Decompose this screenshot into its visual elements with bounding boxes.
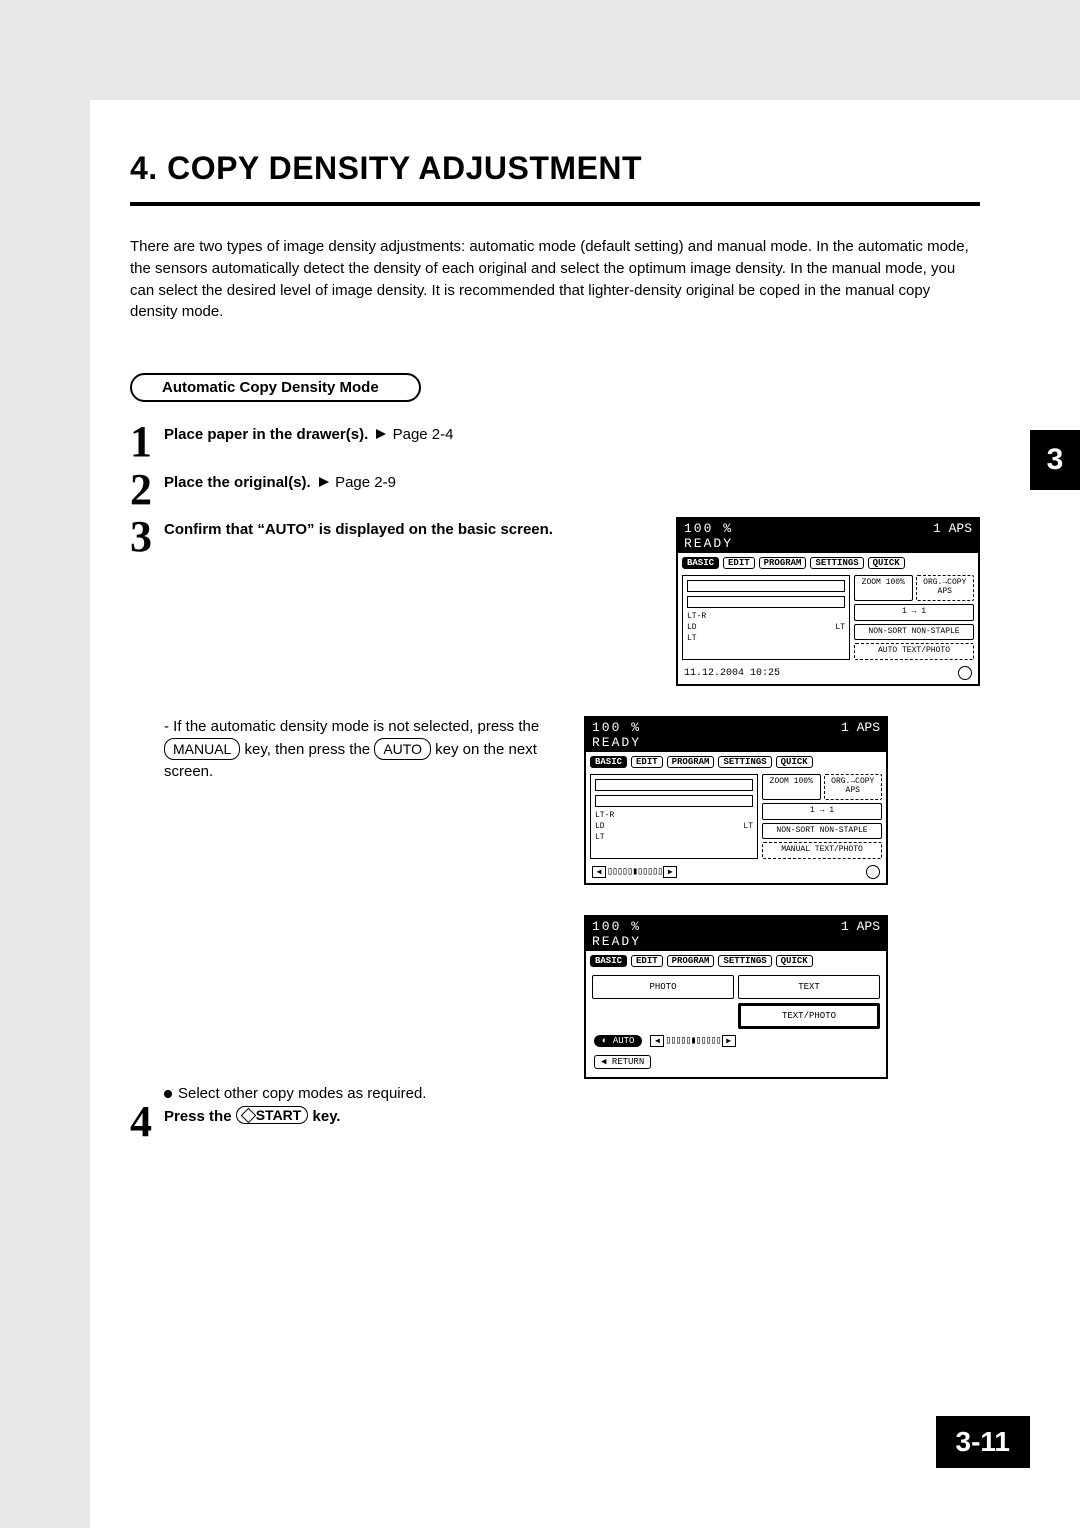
- manual-key: MANUAL: [164, 738, 240, 760]
- text-photo-button[interactable]: TEXT/PHOTO: [738, 1003, 880, 1029]
- lcd-panel-density-mode: 100 %READY 1 APS BASIC EDIT PROGRAM SETT…: [584, 915, 888, 1079]
- tab-basic[interactable]: BASIC: [590, 756, 627, 768]
- step3-note: - If the automatic density mode is not s…: [164, 716, 564, 782]
- step-1: 1 Place paper in the drawer(s). Page 2-4: [130, 422, 980, 462]
- tab-program[interactable]: PROGRAM: [667, 756, 715, 768]
- step-4: 4 Press the START key.: [130, 1102, 980, 1142]
- chapter-tab: 3: [1030, 430, 1080, 490]
- duplex-button[interactable]: 1 → 1: [762, 803, 882, 820]
- step3-text: Confirm that “AUTO” is displayed on the …: [164, 521, 553, 538]
- tab-edit[interactable]: EDIT: [723, 557, 755, 569]
- tab-edit[interactable]: EDIT: [631, 955, 663, 967]
- org-copy-button[interactable]: ORG.→COPY APS: [824, 774, 883, 800]
- arrow-icon: [319, 477, 329, 487]
- step1-text: Place paper in the drawer(s).: [164, 426, 368, 443]
- globe-icon: [866, 865, 880, 879]
- copy-modes-note: Select other copy modes as required.: [164, 1085, 980, 1102]
- photo-button[interactable]: PHOTO: [592, 975, 734, 999]
- tab-program[interactable]: PROGRAM: [667, 955, 715, 967]
- diamond-icon: [240, 1107, 256, 1123]
- step-number: 4: [130, 1102, 164, 1142]
- page-title: 4. COPY DENSITY ADJUSTMENT: [130, 150, 980, 187]
- step1-ref: Page 2-4: [393, 426, 454, 443]
- step-number: 2: [130, 470, 164, 510]
- org-copy-button[interactable]: ORG.→COPY APS: [916, 575, 975, 601]
- tab-edit[interactable]: EDIT: [631, 756, 663, 768]
- tray-diagram: LT-R LDLT LT: [682, 575, 850, 660]
- intro-paragraph: There are two types of image density adj…: [130, 236, 980, 323]
- arrow-icon: [376, 429, 386, 439]
- tab-quick[interactable]: QUICK: [776, 756, 813, 768]
- sort-button[interactable]: NON-SORT NON-STAPLE: [854, 624, 974, 641]
- density-slider[interactable]: ◀▯▯▯▯▯▮▯▯▯▯▯▶: [592, 866, 677, 878]
- step-number: 3: [130, 517, 164, 557]
- auto-chip[interactable]: ◐ AUTO: [594, 1035, 642, 1047]
- page-number: 3-11: [936, 1416, 1031, 1468]
- zoom-button[interactable]: ZOOM 100%: [854, 575, 913, 601]
- tab-settings[interactable]: SETTINGS: [810, 557, 863, 569]
- lcd-panel-basic-auto: 100 %READY 1 APS BASIC EDIT PROGRAM SETT…: [676, 517, 980, 686]
- step-2: 2 Place the original(s). Page 2-9: [130, 470, 980, 510]
- text-button[interactable]: TEXT: [738, 975, 880, 999]
- duplex-button[interactable]: 1 → 1: [854, 604, 974, 621]
- sort-button[interactable]: NON-SORT NON-STAPLE: [762, 823, 882, 840]
- tab-settings[interactable]: SETTINGS: [718, 955, 771, 967]
- auto-key: AUTO: [374, 738, 431, 760]
- step-3: 3 Confirm that “AUTO” is displayed on th…: [130, 517, 656, 557]
- step-number: 1: [130, 422, 164, 462]
- bullet-icon: [164, 1090, 172, 1098]
- step2-text: Place the original(s).: [164, 474, 311, 491]
- lcd-panel-basic-manual: 100 %READY 1 APS BASIC EDIT PROGRAM SETT…: [584, 716, 888, 885]
- density-slider[interactable]: ◀▯▯▯▯▯▮▯▯▯▯▯▶: [650, 1035, 735, 1047]
- tab-quick[interactable]: QUICK: [776, 955, 813, 967]
- divider: [130, 202, 980, 206]
- zoom-button[interactable]: ZOOM 100%: [762, 774, 821, 800]
- globe-icon: [958, 666, 972, 680]
- return-button[interactable]: ◀ RETURN: [594, 1055, 651, 1069]
- start-key: START: [236, 1106, 309, 1124]
- density-manual-button[interactable]: MANUAL TEXT/PHOTO: [762, 842, 882, 859]
- step2-ref: Page 2-9: [335, 474, 396, 491]
- tab-basic[interactable]: BASIC: [682, 557, 719, 569]
- tray-diagram: LT-R LDLT LT: [590, 774, 758, 859]
- tab-program[interactable]: PROGRAM: [759, 557, 807, 569]
- timestamp: 11.12.2004 10:25: [684, 668, 780, 679]
- tab-settings[interactable]: SETTINGS: [718, 756, 771, 768]
- tab-basic[interactable]: BASIC: [590, 955, 627, 967]
- tab-quick[interactable]: QUICK: [868, 557, 905, 569]
- section-pill: Automatic Copy Density Mode: [130, 373, 421, 402]
- density-auto-button[interactable]: AUTO TEXT/PHOTO: [854, 643, 974, 660]
